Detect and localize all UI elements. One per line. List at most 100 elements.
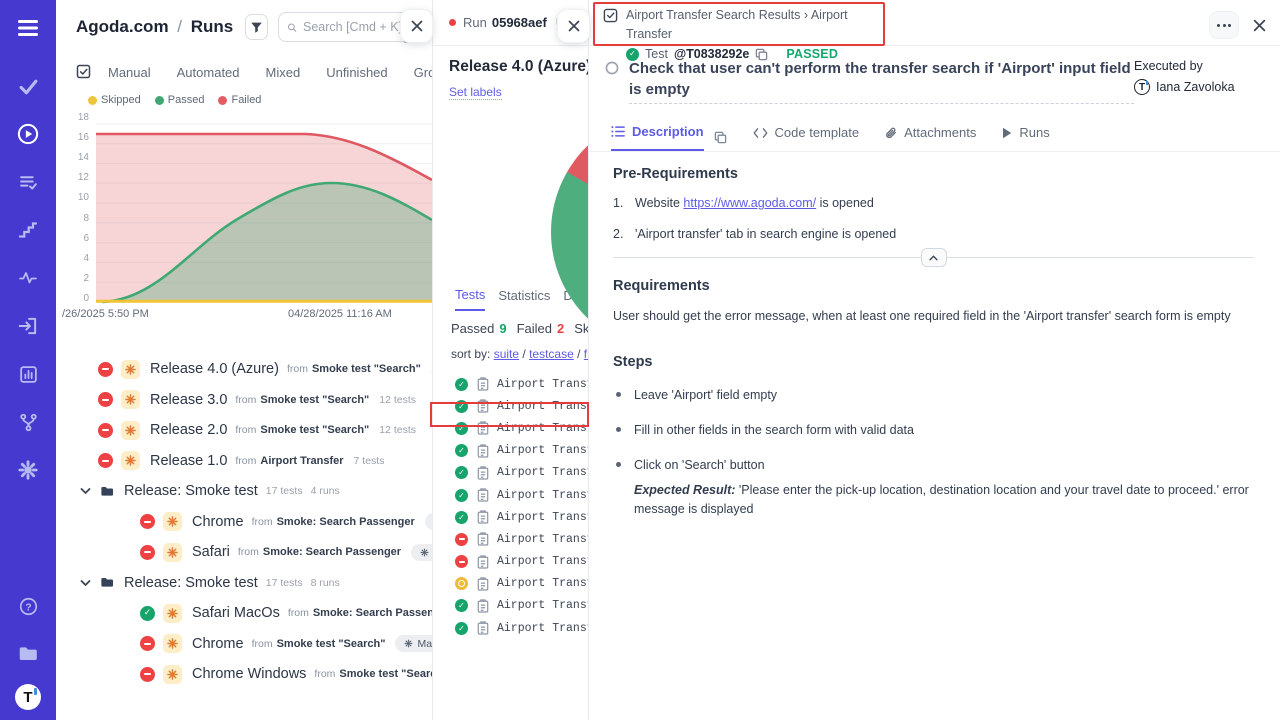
flaky-run-icon (121, 451, 140, 470)
test-row[interactable]: Airport Transfer (433, 528, 588, 550)
analytics-icon[interactable] (6, 354, 50, 394)
sort-by-suite-link[interactable]: suite (494, 347, 519, 361)
chevron-down-icon[interactable] (80, 487, 91, 495)
chevron-down-icon[interactable] (80, 579, 91, 587)
runs-header: Agoda.com / Runs (56, 0, 432, 50)
breadcrumb-line1[interactable]: Airport Transfer Search Results › Airpor… (626, 6, 888, 45)
executor-avatar: T (1134, 79, 1150, 95)
tab-unfinished[interactable]: Unfinished (326, 65, 387, 80)
item-text-post: is opened (820, 196, 874, 210)
tab-code-template[interactable]: Code template (753, 125, 860, 150)
run-row[interactable]: Release 4.0 (Azure) from Smoke test "Sea… (56, 354, 432, 385)
test-row[interactable]: Airport Transfer (433, 506, 588, 528)
pulse-icon[interactable] (6, 258, 50, 298)
run-row[interactable]: Release 1.0 from Airport Transfer 7 test… (56, 446, 432, 477)
tab-statistics[interactable]: Statistics (498, 287, 550, 311)
close-runs-panel-button[interactable] (400, 9, 433, 43)
group-runs-count: 8 runs (311, 577, 340, 589)
tab-tests[interactable]: Tests (455, 287, 485, 311)
run-group-row[interactable]: Release: Smoke test 17 tests 4 runs (56, 476, 432, 507)
tab-description[interactable]: Description (611, 124, 704, 151)
run-name: Release 2.0 (150, 422, 227, 438)
run-label: Run (463, 15, 487, 30)
gear-icon[interactable] (6, 450, 50, 490)
user-avatar[interactable]: T (15, 684, 41, 710)
tab-mixed[interactable]: Mixed (266, 65, 301, 80)
circle-status-icon[interactable] (605, 61, 619, 104)
test-row[interactable]: Airport Transfer (433, 417, 588, 439)
filter-button[interactable] (245, 14, 268, 40)
test-name: Airport Transfer (497, 577, 588, 590)
run-row[interactable]: Chrome from Smoke test "Search" MacOS Ch… (56, 629, 432, 660)
test-row[interactable]: Airport Transfer (433, 573, 588, 595)
search-input[interactable] (303, 20, 413, 34)
breadcrumb-suite[interactable]: Airport Transfer Search Results (626, 8, 800, 22)
more-options-button[interactable] (1209, 11, 1239, 39)
run-row[interactable]: Safari MacOs from Smoke: Search Passenge… (56, 598, 432, 629)
section-divider (613, 257, 1254, 258)
flaky-run-icon (121, 360, 140, 379)
legend-failed[interactable]: Failed (218, 94, 261, 106)
run-row[interactable]: Release 3.0 from Smoke test "Search" 12 … (56, 385, 432, 416)
select-runs-icon[interactable] (76, 64, 92, 80)
legend-passed[interactable]: Passed (155, 94, 205, 106)
test-title[interactable]: Check that user can't perform the transf… (629, 58, 1134, 104)
run-from-label: from (314, 668, 335, 680)
set-labels-link[interactable]: Set labels (449, 85, 502, 100)
test-row[interactable]: Airport Transfer (433, 440, 588, 462)
tab-manual[interactable]: Manual (108, 65, 151, 80)
passed-label: Passed (451, 321, 494, 336)
tab-groups[interactable]: Groups (414, 65, 432, 80)
run-row[interactable]: Safari from Smoke: Search Passenger MacO… (56, 537, 432, 568)
test-detail-header: Airport Transfer Search Results › Airpor… (589, 0, 1280, 46)
folder-icon[interactable] (6, 634, 50, 674)
requirements-heading: Requirements (613, 278, 1254, 294)
header-actions (1209, 6, 1266, 39)
sort-by-testcase-link[interactable]: testcase (529, 347, 574, 361)
run-row[interactable]: Chrome from Smoke: Search Passenger MacO… (56, 507, 432, 538)
test-row-highlighted[interactable]: Airport Transfer (433, 395, 588, 417)
flaky-run-icon (163, 634, 182, 653)
test-row[interactable]: Airport Transfer (433, 551, 588, 573)
copy-description-icon[interactable] (714, 131, 727, 144)
close-run-detail-button[interactable] (557, 9, 590, 43)
agoda-link[interactable]: https://www.agoda.com/ (683, 196, 816, 210)
check-icon[interactable] (6, 66, 50, 106)
project-name[interactable]: Agoda.com (76, 17, 169, 36)
tab-runs[interactable]: Runs (1002, 125, 1049, 150)
play-icon (1002, 127, 1012, 139)
play-circle-icon[interactable] (6, 114, 50, 154)
task-list-icon[interactable] (6, 162, 50, 202)
steps-icon[interactable] (6, 210, 50, 250)
run-from-label: from (238, 546, 259, 558)
passed-status-icon (455, 444, 468, 457)
skipped-status-icon (455, 577, 468, 590)
group-runs-count: 4 runs (311, 485, 340, 497)
sign-in-icon[interactable] (6, 306, 50, 346)
run-row[interactable]: Release 2.0 from Smoke test "Search" 12 … (56, 415, 432, 446)
close-test-detail-button[interactable] (1253, 19, 1266, 32)
executed-by-label: Executed by (1134, 59, 1264, 73)
flaky-run-icon (121, 421, 140, 440)
clipboard-icon (477, 510, 489, 524)
run-group-row[interactable]: Release: Smoke test 17 tests 8 runs (56, 568, 432, 599)
help-icon[interactable]: ? (6, 586, 50, 626)
run-row[interactable]: Chrome Windows from Smoke test "Search" … (56, 659, 432, 690)
clipboard-icon (477, 532, 489, 546)
menu-icon[interactable] (6, 8, 50, 48)
test-row[interactable]: Airport Transfer (433, 373, 588, 395)
test-row[interactable]: Airport Transfer (433, 484, 588, 506)
test-row[interactable]: Airport Transfer (433, 595, 588, 617)
step-item: Click on 'Search' button (613, 456, 1254, 475)
app-sidebar: ? T (0, 0, 56, 720)
legend-skipped[interactable]: Skipped (88, 94, 141, 106)
test-row[interactable]: Airport Transfer (433, 617, 588, 639)
test-row[interactable]: Airport Transfer (433, 462, 588, 484)
bullet-icon (616, 462, 621, 467)
failed-status-icon (98, 362, 113, 377)
tab-attachments[interactable]: Attachments (885, 125, 976, 150)
branch-icon[interactable] (6, 402, 50, 442)
tab-automated[interactable]: Automated (177, 65, 240, 80)
collapse-section-button[interactable] (921, 248, 947, 267)
run-from-label: from (235, 424, 256, 436)
